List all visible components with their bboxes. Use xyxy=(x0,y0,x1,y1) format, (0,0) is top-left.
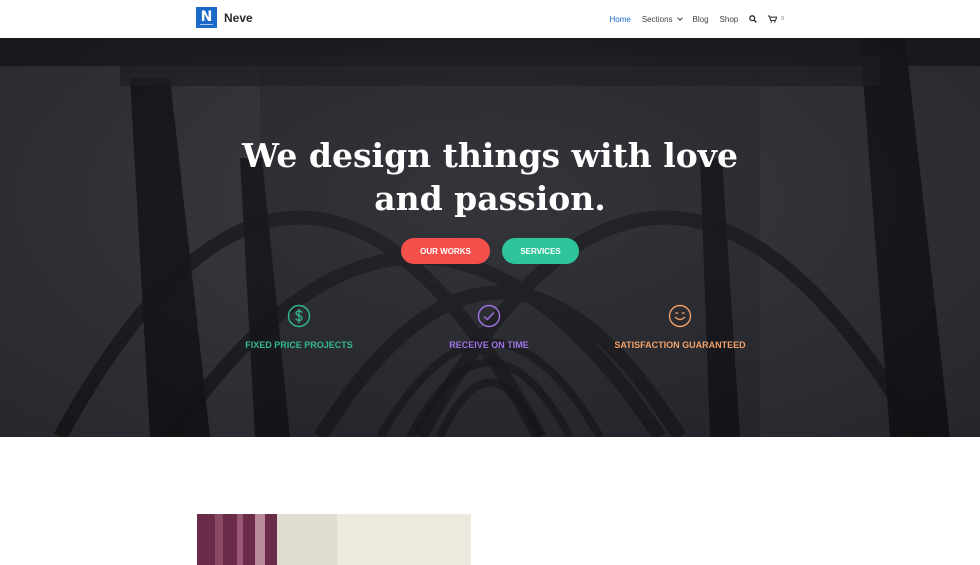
cart-icon xyxy=(768,15,778,23)
clock-icon xyxy=(477,304,501,328)
feature-fixed-price-label: FIXED PRICE PROJECTS xyxy=(245,340,353,350)
cart-count: 0 xyxy=(781,16,784,22)
nav-home-label: Home xyxy=(609,14,631,24)
services-button[interactable]: SERVICES xyxy=(502,238,579,264)
feature-satisfaction-label: SATISFACTION GUARANTEED xyxy=(614,340,746,350)
content-image-art xyxy=(197,514,471,565)
dollar-icon xyxy=(287,304,311,328)
feature-on-time: RECEIVE ON TIME xyxy=(389,304,589,350)
hero-section: We design things with love and passion. … xyxy=(0,38,980,437)
cart-button[interactable]: 0 xyxy=(768,15,784,23)
site-header: N Neve Home Sections Blog Shop 0 xyxy=(0,0,980,38)
search-icon xyxy=(749,15,758,23)
nav-item-home[interactable]: Home xyxy=(609,15,630,24)
nav-shop-label: Shop xyxy=(719,14,739,24)
nav-item-sections[interactable]: Sections xyxy=(641,14,683,24)
nav-blog-label: Blog xyxy=(692,14,709,24)
nav-item-shop[interactable]: Shop xyxy=(720,15,739,24)
chevron-down-icon xyxy=(676,15,683,21)
hero-title-line-2: and passion. xyxy=(374,179,606,218)
logo-icon: N xyxy=(196,7,217,28)
content-image xyxy=(197,514,471,565)
hero-title: We design things with love and passion. xyxy=(0,134,980,220)
site-logo[interactable]: N Neve xyxy=(196,7,253,28)
feature-on-time-label: RECEIVE ON TIME xyxy=(449,340,529,350)
site-name: Neve xyxy=(224,10,253,25)
hero-overlay xyxy=(0,38,980,437)
hero-title-line-1: We design things with love xyxy=(242,136,738,175)
nav-item-blog[interactable]: Blog xyxy=(693,15,709,24)
smile-icon xyxy=(668,304,692,328)
nav-sections-label: Sections xyxy=(641,14,673,24)
feature-satisfaction: SATISFACTION GUARANTEED xyxy=(580,304,780,350)
main-nav: Home Sections Blog Shop 0 xyxy=(609,0,784,38)
search-button[interactable] xyxy=(749,15,758,23)
our-works-button[interactable]: OUR WORKS xyxy=(401,238,490,264)
feature-fixed-price: FIXED PRICE PROJECTS xyxy=(199,304,399,350)
